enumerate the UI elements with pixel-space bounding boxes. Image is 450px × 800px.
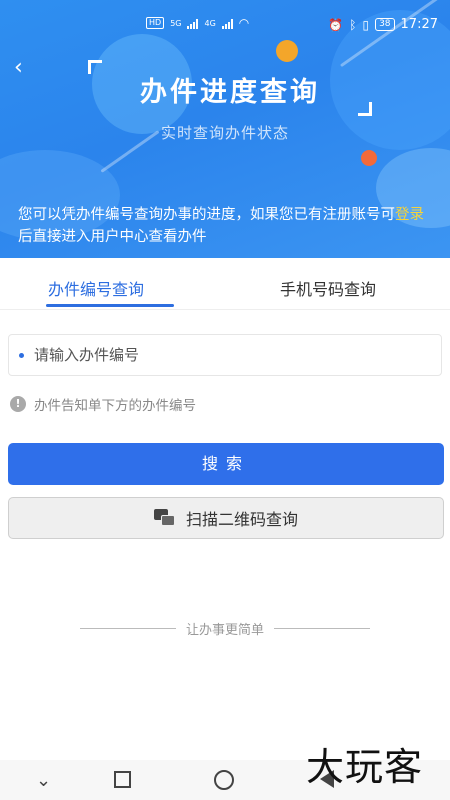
signal-icon — [221, 18, 233, 29]
active-tab-indicator — [46, 304, 174, 307]
bluetooth-icon: ᛒ — [349, 17, 357, 32]
tab-phone-number[interactable]: 手机号码查询 — [280, 276, 376, 300]
network-4g-label: 4G — [204, 18, 216, 28]
nav-back-icon[interactable]: ⌄ — [36, 770, 51, 791]
scan-qr-button[interactable]: 扫描二维码查询 — [8, 497, 444, 539]
search-button[interactable]: 搜索 — [8, 443, 444, 485]
scan-qr-icon — [153, 509, 176, 527]
divider-line — [274, 627, 370, 629]
page-subtitle: 实时查询办件状态 — [160, 124, 289, 142]
alarm-icon: ⏰ — [328, 17, 344, 32]
input-hint: ! 办件告知单下方的办件编号 — [10, 394, 196, 414]
decor-red-dot — [361, 150, 377, 166]
nav-recent-icon[interactable] — [114, 771, 131, 788]
intro-text-before: 您可以凭办件编号查询办事的进度，如果您已有注册账号可 — [18, 207, 395, 223]
page-title: 办件进度查询 — [140, 77, 320, 108]
system-indicators: ⏰ ᛒ ▯ 38 17:27 — [328, 17, 438, 32]
intro-text-after: 后直接进入用户中心查看办件 — [18, 229, 207, 245]
hd-badge: HD — [146, 17, 165, 29]
back-icon[interactable]: ‹ — [14, 56, 34, 80]
watermark: 大玩客 — [306, 745, 424, 789]
signal-icon — [187, 18, 199, 29]
wifi-icon: ◠ — [238, 16, 250, 30]
case-number-field[interactable] — [8, 334, 442, 376]
case-number-input[interactable] — [34, 346, 414, 364]
slogan: 让办事更简单 — [0, 618, 450, 638]
vibrate-icon: ▯ — [362, 17, 370, 32]
status-bar: HD 5G 4G ◠ ⏰ ᛒ ▯ 38 17:27 — [0, 0, 450, 52]
query-tabs: 办件编号查询 手机号码查询 — [0, 258, 450, 310]
scan-qr-label: 扫描二维码查询 — [185, 510, 298, 529]
status-time: 17:27 — [400, 17, 438, 32]
divider-line — [79, 627, 176, 629]
login-link[interactable]: 登录 — [395, 207, 424, 223]
slogan-text: 让办事更简单 — [185, 622, 264, 638]
hint-text: 办件告知单下方的办件编号 — [34, 398, 196, 414]
tab-case-number[interactable]: 办件编号查询 — [48, 276, 144, 300]
battery-indicator: 38 — [375, 18, 395, 31]
title-frame: 办件进度查询 — [88, 60, 372, 116]
network-indicators: HD 5G 4G ◠ — [146, 16, 249, 30]
header-banner: HD 5G 4G ◠ ⏰ ᛒ ▯ 38 17:27 ‹ 办件进度查询 实时查询办… — [0, 0, 450, 258]
intro-text: 您可以凭办件编号查询办事的进度，如果您已有注册账号可登录后直接进入用户中心查看办… — [18, 204, 438, 248]
network-5g-label: 5G — [170, 18, 182, 28]
nav-home-icon[interactable] — [214, 770, 234, 790]
info-icon: ! — [10, 396, 26, 412]
required-dot-icon — [19, 352, 24, 358]
